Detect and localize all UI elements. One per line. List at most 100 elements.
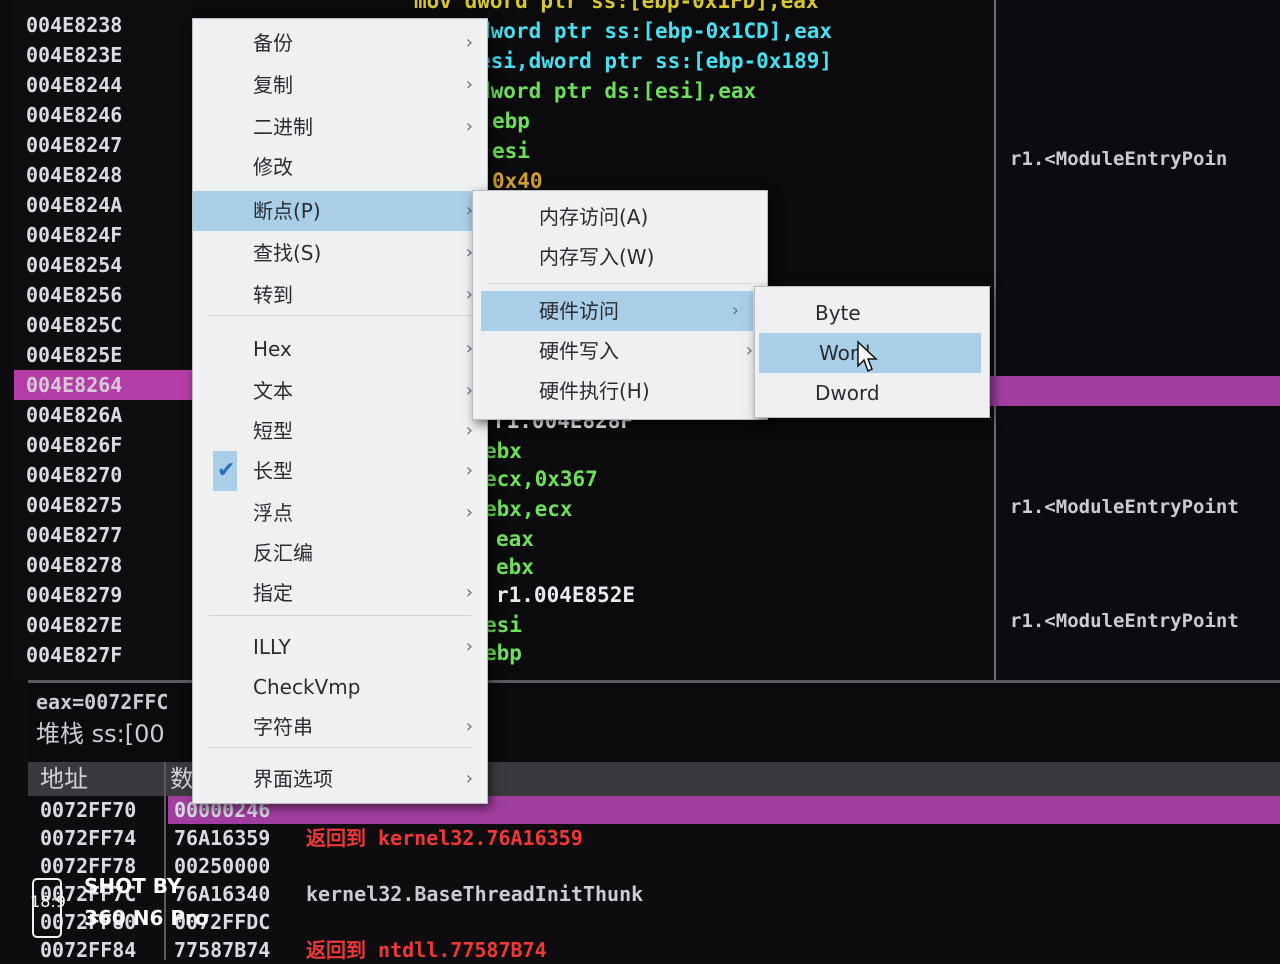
chevron-right-icon: › (465, 116, 473, 137)
disasm-address[interactable]: 004E8277 (14, 520, 192, 550)
menu-item-modify[interactable]: 修改 (193, 147, 487, 187)
disasm-instruction[interactable]: esi (484, 610, 522, 640)
menu-item-text[interactable]: 文本 › (193, 371, 487, 411)
disasm-instruction[interactable]: ecx,0x367 (484, 464, 598, 494)
stack-header-value[interactable]: 数 (170, 762, 194, 796)
menu-item-backup[interactable]: 备份 › (193, 23, 487, 63)
disasm-address[interactable]: 004E8279 (14, 580, 192, 610)
chevron-right-icon: › (465, 74, 473, 95)
menu-item-label: 复制 (253, 73, 293, 97)
checkmark-glyph: ✔ (217, 458, 236, 483)
menu-separator (489, 283, 751, 284)
stack-address: 0072FF74 (40, 826, 137, 850)
menu-item-breakpoint[interactable]: 断点(P) › (193, 191, 487, 231)
menu-item-label: 查找(S) (253, 241, 322, 265)
stack-comment: kernel32.BaseThreadInitThunk (306, 882, 644, 906)
menu-item-goto[interactable]: 转到 › (193, 275, 487, 315)
disasm-address[interactable]: 004E8254 (14, 250, 192, 280)
disasm-address[interactable]: 004E826F (14, 430, 192, 460)
submenu-item-hardware-write[interactable]: 硬件写入 › (473, 331, 767, 371)
watermark-line2: 360 N6 Pro (84, 906, 209, 930)
menu-item-label: 硬件写入 (539, 339, 619, 363)
disasm-instruction[interactable]: ebx,ecx (484, 494, 573, 524)
disasm-instruction[interactable]: ebp (492, 106, 530, 136)
submenu-item-hardware-execute[interactable]: 硬件执行(H) (473, 371, 767, 411)
menu-item-label: 内存访问(A) (539, 205, 649, 229)
disasm-address[interactable]: 004E825C (14, 310, 192, 340)
chevron-right-icon: › (465, 768, 473, 789)
disasm-address[interactable]: 004E8246 (14, 100, 192, 130)
menu-item-label: 浮点 (253, 501, 293, 525)
menu-item-ui-options[interactable]: 界面选项 › (193, 759, 487, 799)
menu-item-label: Dword (815, 381, 880, 405)
disasm-address[interactable]: 004E824A (14, 190, 192, 220)
disasm-address[interactable]: 004E8278 (14, 550, 192, 580)
menu-item-label: 备份 (253, 31, 293, 55)
disasm-address[interactable]: 004E824F (14, 220, 192, 250)
breakpoint-submenu: 内存访问(A) 内存写入(W) 硬件访问 › 硬件写入 › 硬件执行(H) (472, 190, 768, 420)
disasm-address[interactable]: 004E8244 (14, 70, 192, 100)
stack-row[interactable]: 0072FF74 76A16359 返回到 kernel32.76A16359 (28, 824, 1280, 852)
stack-info: 堆栈 ss:[00 (36, 720, 165, 748)
disasm-address[interactable]: 004E8248 (14, 160, 192, 190)
menu-item-checkvmp[interactable]: CheckVmp (193, 667, 487, 707)
menu-item-label: 字符串 (253, 715, 313, 739)
disasm-instruction[interactable]: esi,dword ptr ss:[ebp-0x189] (478, 46, 832, 76)
disasm-address[interactable]: 004E8238 (14, 10, 192, 40)
menu-item-float[interactable]: 浮点 › (193, 493, 487, 533)
disasm-address[interactable]: 004E823E (14, 40, 192, 70)
watermark-line1: SHOT BY (84, 874, 182, 898)
submenu-item-hardware-access[interactable]: 硬件访问 › (481, 291, 753, 331)
disasm-address[interactable]: 004E825E (14, 340, 192, 370)
submenu-item-memory-access[interactable]: 内存访问(A) (473, 197, 767, 237)
menu-item-binary[interactable]: 二进制 › (193, 107, 487, 147)
disasm-address[interactable]: 004E827F (14, 640, 192, 670)
disasm-address[interactable]: 004E8275 (14, 490, 192, 520)
menu-item-label: CheckVmp (253, 675, 361, 699)
disasm-instruction[interactable]: ebx (496, 552, 534, 582)
menu-item-label: 断点(P) (253, 199, 321, 223)
menu-separator (209, 315, 471, 316)
menu-item-string[interactable]: 字符串 › (193, 707, 487, 747)
watermark-time: 18:9 (30, 892, 66, 911)
menu-item-label: Hex (253, 337, 292, 361)
menu-item-label: 转到 (253, 283, 293, 307)
disasm-instruction[interactable]: dword ptr ss:[ebp-0x1CD],eax (478, 16, 832, 46)
menu-item-copy[interactable]: 复制 › (193, 65, 487, 105)
menu-item-illy[interactable]: ILLY › (193, 627, 487, 667)
stack-header-address[interactable]: 地址 (40, 762, 88, 796)
chevron-right-icon: › (465, 716, 473, 737)
menu-item-specify[interactable]: 指定 › (193, 573, 487, 613)
menu-item-short[interactable]: 短型 › (193, 411, 487, 451)
register-info: eax=0072FFC (36, 690, 169, 714)
disasm-address[interactable]: 004E826A (14, 400, 192, 430)
submenu-item-dword[interactable]: Dword (755, 373, 989, 413)
disasm-instruction[interactable]: eax (496, 524, 534, 554)
submenu-item-memory-write[interactable]: 内存写入(W) (473, 237, 767, 277)
menu-item-label: 修改 (253, 155, 293, 179)
disasm-instruction[interactable]: esi (492, 136, 530, 166)
disasm-comment: r1.<ModuleEntryPoin (1010, 148, 1228, 170)
menu-item-search[interactable]: 查找(S) › (193, 233, 487, 273)
submenu-item-byte[interactable]: Byte (755, 293, 989, 333)
menu-item-label: 界面选项 (253, 767, 333, 791)
menu-item-label: 二进制 (253, 115, 313, 139)
chevron-right-icon: › (745, 340, 753, 361)
menu-item-label: 反汇编 (253, 541, 313, 565)
menu-item-hex[interactable]: Hex › (193, 329, 487, 369)
disasm-address[interactable]: 004E8264 (14, 370, 192, 400)
disasm-comment: r1.<ModuleEntryPoint (1010, 496, 1239, 518)
disasm-instruction[interactable]: ebp (484, 638, 522, 668)
menu-item-disassemble[interactable]: 反汇编 (193, 533, 487, 573)
disasm-address[interactable]: 004E8256 (14, 280, 192, 310)
disasm-instruction[interactable]: mov dword ptr ss:[ebp-0x1FD],eax (414, 0, 819, 16)
menu-item-label: 内存写入(W) (539, 245, 655, 269)
menu-item-long[interactable]: ✔ 长型 › (193, 451, 487, 491)
disasm-address[interactable]: 004E827E (14, 610, 192, 640)
disasm-instruction[interactable]: ebx (484, 436, 522, 466)
chevron-right-icon: › (465, 32, 473, 53)
disasm-instruction[interactable]: r1.004E852E (496, 580, 635, 610)
disasm-instruction[interactable]: dword ptr ds:[esi],eax (478, 76, 756, 106)
disasm-address[interactable]: 004E8270 (14, 460, 192, 490)
disasm-address[interactable]: 004E8247 (14, 130, 192, 160)
